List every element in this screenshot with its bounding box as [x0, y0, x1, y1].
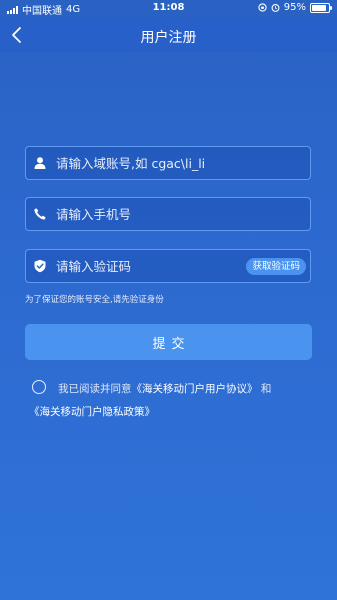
code-field[interactable]: 获取验证码 [25, 249, 311, 283]
privacy-policy-link[interactable]: 《海关移动门户隐私政策》 [29, 406, 155, 418]
battery-percent: 95% [283, 2, 306, 13]
alarm-icon [271, 3, 280, 12]
phone-input[interactable] [56, 206, 310, 222]
phone-icon [34, 208, 46, 220]
submit-button[interactable]: 提交 [25, 324, 312, 360]
shield-icon [34, 259, 46, 273]
nav-bar: 用户注册 [0, 18, 337, 52]
phone-field[interactable] [25, 197, 311, 231]
security-hint: 为了保证您的账号安全,请先验证身份 [25, 295, 164, 305]
agreement-line-2: 《海关移动门户隐私政策》 [29, 404, 155, 419]
status-bar: 中国联通 4G 11:08 95% [0, 0, 337, 18]
agreement-line-1: 我已阅读并同意《海关移动门户用户协议》 和 [58, 381, 271, 396]
page-title: 用户注册 [140, 30, 197, 46]
account-field[interactable] [25, 146, 311, 180]
agreement-prefix: 我已阅读并同意 [58, 383, 132, 395]
code-input[interactable] [56, 258, 247, 274]
battery-icon [310, 2, 332, 13]
user-icon [34, 157, 46, 169]
status-right: 95% [258, 2, 332, 13]
orientation-lock-icon [258, 3, 267, 12]
agreement-conjunction: 和 [260, 383, 272, 395]
user-agreement-link[interactable]: 《海关移动门户用户协议》 [132, 383, 258, 395]
agree-radio[interactable] [32, 380, 46, 394]
account-input[interactable] [56, 155, 310, 171]
get-code-button[interactable]: 获取验证码 [246, 257, 306, 275]
